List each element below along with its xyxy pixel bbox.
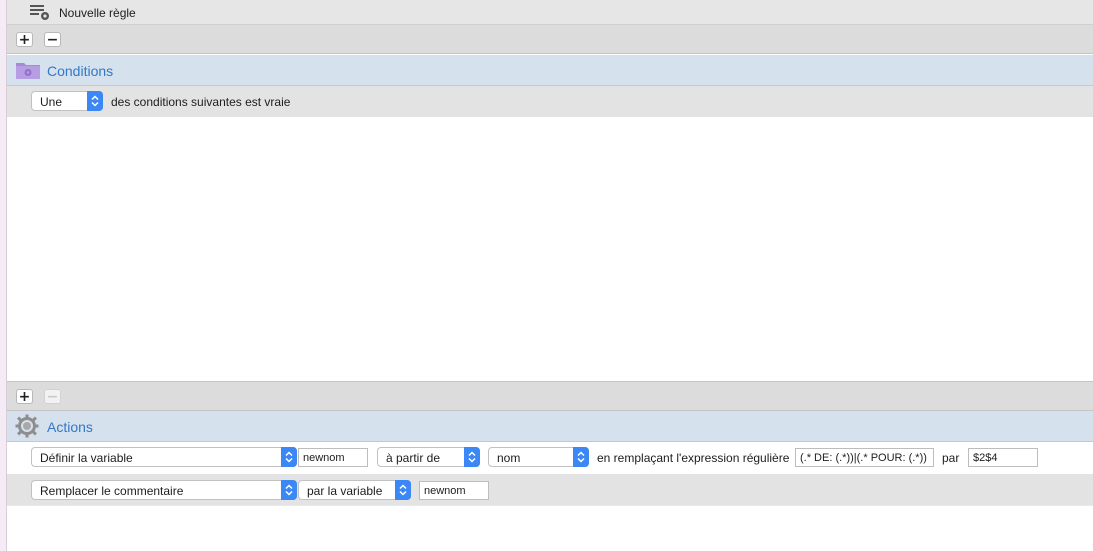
regex-input[interactable]: (.* DE: (.*))|(.* POUR: (.*))	[795, 448, 934, 467]
folder-gear-icon	[16, 63, 40, 79]
variable-name-value-1: newnom	[303, 452, 345, 464]
window-left-edge	[0, 0, 7, 551]
conditions-toolbar: + −	[7, 381, 1093, 411]
replacement-value: $2$4	[973, 452, 998, 464]
source-mode-select[interactable]: à partir de	[377, 447, 480, 467]
variable-name-input-1[interactable]: newnom	[298, 448, 368, 467]
source-mode-value: à partir de	[386, 451, 441, 465]
updown-arrows-icon	[464, 447, 480, 467]
rule-settings-icon	[30, 5, 49, 20]
action-type-value-2: Remplacer le commentaire	[40, 484, 184, 498]
regex-value: (.* DE: (.*))|(.* POUR: (.*))	[800, 452, 927, 464]
match-type-value: Une	[40, 95, 63, 109]
add-rule-button[interactable]: +	[16, 32, 33, 47]
updown-arrows-icon	[281, 480, 297, 500]
source-value: nom	[497, 451, 521, 465]
action-type-select-2[interactable]: Remplacer le commentaire	[31, 480, 297, 500]
action-type-value-1: Définir la variable	[40, 451, 133, 465]
rule-title-bar: Nouvelle règle	[7, 0, 1093, 25]
rule-title: Nouvelle règle	[59, 6, 136, 20]
replacement-input[interactable]: $2$4	[968, 448, 1038, 467]
conditions-match-row: Une des conditions suivantes est vraie	[7, 86, 1093, 117]
variable-name-input-2[interactable]: newnom	[419, 481, 489, 500]
conditions-title: Conditions	[47, 63, 114, 79]
remove-condition-button[interactable]: −	[44, 389, 61, 404]
updown-arrows-icon	[573, 447, 589, 467]
match-type-select[interactable]: Une	[31, 91, 103, 111]
rule-toolbar: + −	[7, 25, 1093, 54]
actions-header: Actions	[7, 411, 1093, 442]
source-select[interactable]: nom	[488, 447, 589, 467]
comment-mode-select[interactable]: par la variable	[298, 480, 411, 500]
variable-name-value-2: newnom	[424, 485, 466, 497]
action-type-select-1[interactable]: Définir la variable	[31, 447, 297, 467]
action-row-set-variable: Définir la variable newnom à partir de n…	[7, 442, 1093, 473]
updown-arrows-icon	[281, 447, 297, 467]
updown-arrows-icon	[395, 480, 411, 500]
match-description: des conditions suivantes est vraie	[111, 95, 291, 109]
updown-arrows-icon	[87, 91, 103, 111]
replace-regex-label: en remplaçant l'expression régulière	[597, 451, 790, 465]
conditions-header: Conditions	[7, 55, 1093, 86]
divider	[7, 505, 1093, 506]
action-row-replace-comment: Remplacer le commentaire par la variable…	[7, 474, 1093, 505]
actions-title: Actions	[47, 419, 93, 435]
comment-mode-value: par la variable	[307, 484, 383, 498]
add-condition-button[interactable]: +	[16, 389, 33, 404]
par-label: par	[942, 451, 960, 465]
gear-icon	[15, 414, 39, 438]
remove-rule-button[interactable]: −	[44, 32, 61, 47]
